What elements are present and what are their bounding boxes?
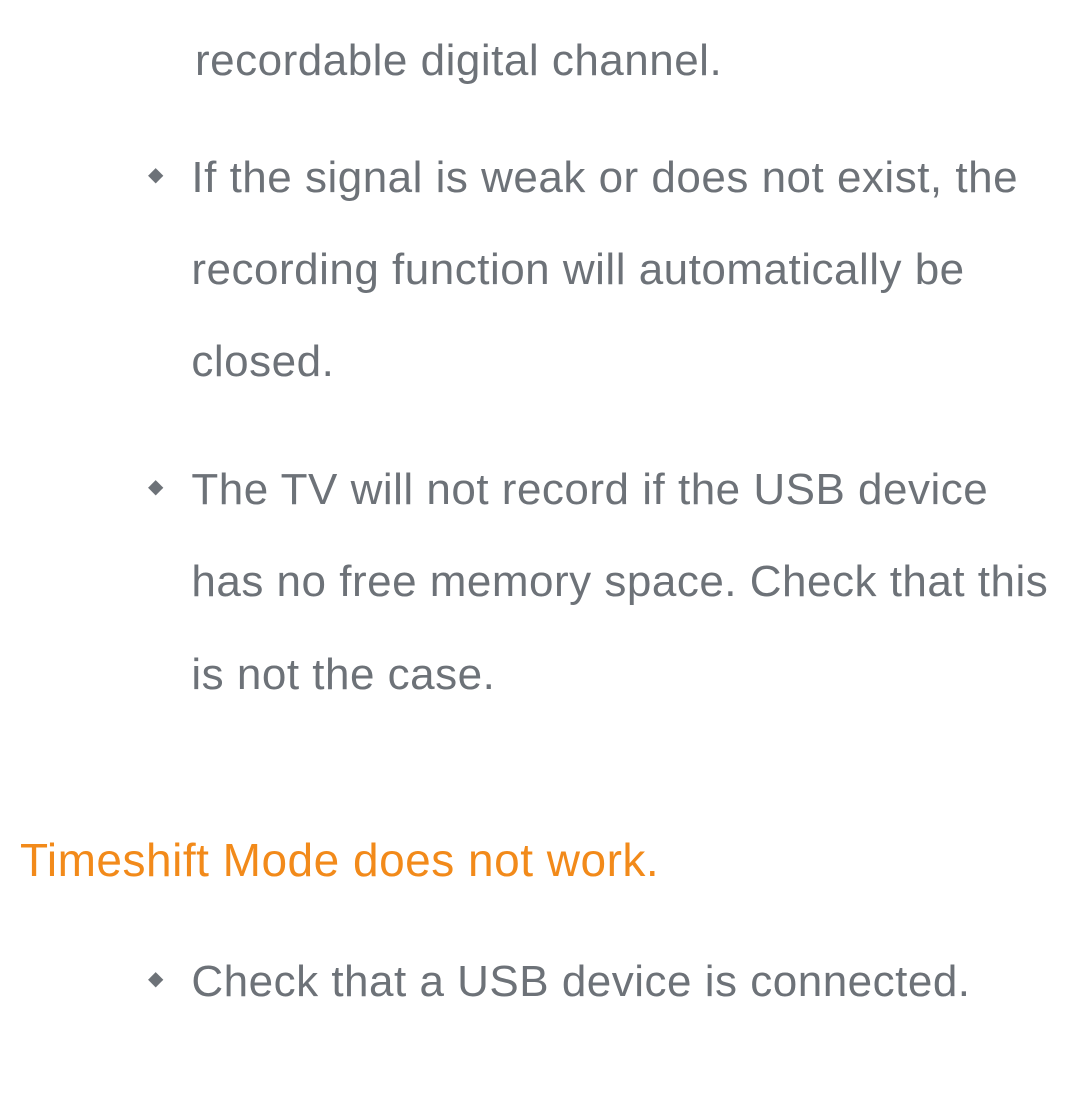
- list-item-text: If the signal is weak or does not exist,…: [191, 132, 1060, 409]
- continuation-text: recordable digital channel.: [195, 30, 1060, 92]
- diamond-bullet-icon: ◆: [148, 477, 163, 721]
- document-content: recordable digital channel. ◆ If the sig…: [20, 30, 1060, 1028]
- list-item: ◆ The TV will not record if the USB devi…: [148, 459, 1060, 721]
- list-item: ◆ Check that a USB device is connected.: [148, 951, 1060, 1028]
- diamond-bullet-icon: ◆: [148, 969, 163, 1028]
- diamond-bullet-icon: ◆: [148, 165, 163, 409]
- list-item: ◆ If the signal is weak or does not exis…: [148, 147, 1060, 409]
- list-item-text: The TV will not record if the USB device…: [191, 444, 1060, 721]
- list-item-text: Check that a USB device is connected.: [191, 936, 970, 1028]
- section-title: Timeshift Mode does not work.: [20, 831, 1060, 891]
